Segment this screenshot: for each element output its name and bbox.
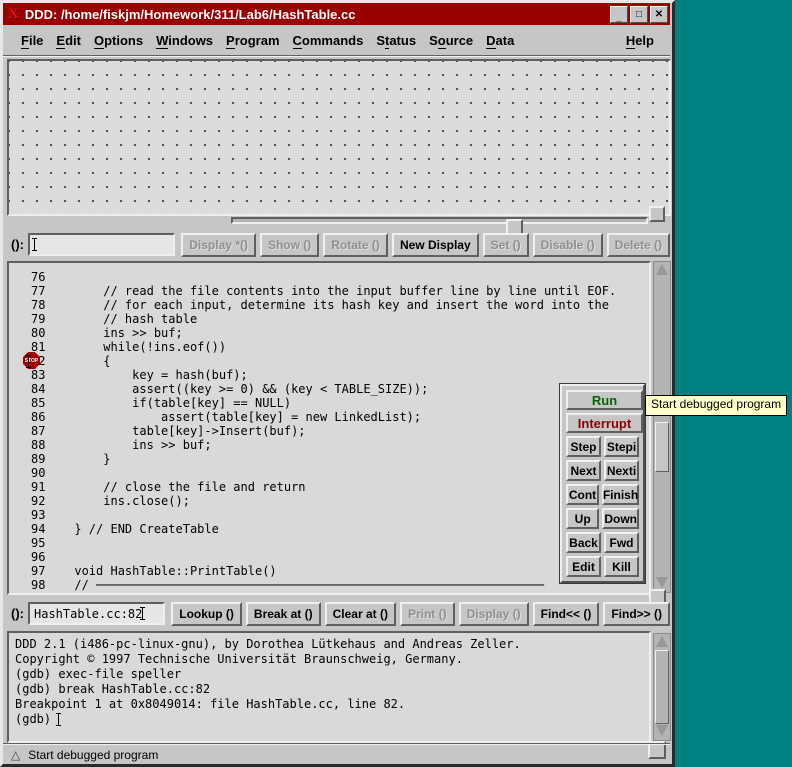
disable-button: Disable () bbox=[533, 233, 603, 257]
canvas-scroll-corner bbox=[649, 206, 665, 222]
find-backward-button[interactable]: Find<< () bbox=[533, 602, 600, 626]
interrupt-button[interactable]: Interrupt bbox=[566, 413, 643, 433]
data-display-canvas[interactable] bbox=[7, 59, 671, 216]
scroll-up-icon[interactable] bbox=[656, 264, 668, 275]
console-scrollbar-thumb[interactable] bbox=[655, 650, 669, 724]
set-button: Set () bbox=[483, 233, 529, 257]
display-toolbar: (): Display *() Show () Rotate () New Di… bbox=[3, 231, 670, 258]
close-icon: ✕ bbox=[655, 9, 663, 20]
desktop: { "desktop": { "background": "#008080" }… bbox=[0, 0, 792, 767]
delete-button: Delete () bbox=[607, 233, 670, 257]
menu-commands[interactable]: Commands bbox=[293, 33, 364, 48]
menu-divider bbox=[3, 55, 670, 57]
rotate-button: Rotate () bbox=[323, 233, 388, 257]
display-value-button: Display () bbox=[459, 602, 529, 626]
status-led-icon[interactable]: △ bbox=[11, 748, 20, 762]
canvas-horizontal-scrollbar[interactable] bbox=[231, 217, 648, 224]
source-code-view[interactable]: 76 77 // read the file contents into the… bbox=[7, 261, 651, 595]
next-button[interactable]: Next bbox=[566, 460, 601, 481]
tooltip: Start debugged program bbox=[645, 395, 787, 416]
menu-status[interactable]: Status bbox=[376, 33, 416, 48]
window-title: DDD: /home/fiskjm/Homework/311/Lab6/Hash… bbox=[25, 7, 356, 22]
text-cursor bbox=[142, 607, 143, 620]
fwd-button[interactable]: Fwd bbox=[604, 532, 639, 553]
show-button: Show () bbox=[260, 233, 319, 257]
kill-button[interactable]: Kill bbox=[604, 556, 639, 577]
argument-input[interactable]: HashTable.cc:82 bbox=[28, 602, 165, 625]
display-expression-input[interactable] bbox=[28, 233, 175, 256]
up-button[interactable]: Up bbox=[566, 508, 599, 529]
menu-windows[interactable]: Windows bbox=[156, 33, 213, 48]
lookup-button[interactable]: Lookup () bbox=[171, 602, 242, 626]
status-bar: △ Start debugged program bbox=[3, 745, 670, 764]
minimize-icon: _ bbox=[616, 12, 622, 23]
command-tool-panel: Run Interrupt Step Stepi Next Nexti Cont… bbox=[560, 384, 645, 583]
menu-edit[interactable]: Edit bbox=[56, 33, 81, 48]
title-bar[interactable]: X DDD: /home/fiskjm/Homework/311/Lab6/Ha… bbox=[3, 3, 670, 25]
source-scrollbar-thumb[interactable] bbox=[655, 422, 669, 472]
console-text-cursor bbox=[58, 713, 59, 726]
text-cursor bbox=[34, 238, 35, 251]
status-message: Start debugged program bbox=[28, 748, 158, 762]
argument-prompt-label: (): bbox=[11, 606, 24, 621]
console-scrollbar[interactable] bbox=[653, 633, 671, 741]
edit-button[interactable]: Edit bbox=[566, 556, 601, 577]
back-button[interactable]: Back bbox=[566, 532, 601, 553]
menu-file[interactable]: File bbox=[21, 33, 43, 48]
clear-at-button[interactable]: Clear at () bbox=[325, 602, 396, 626]
print-button: Print () bbox=[400, 602, 455, 626]
gdb-console[interactable]: DDD 2.1 (i486-pc-linux-gnu), by Dorothea… bbox=[7, 631, 651, 743]
menu-program[interactable]: Program bbox=[226, 33, 279, 48]
menu-bar: File Edit Options Windows Program Comman… bbox=[3, 27, 670, 54]
menu-source[interactable]: Source bbox=[429, 33, 473, 48]
find-forward-button[interactable]: Find>> () bbox=[603, 602, 670, 626]
finish-button[interactable]: Finish bbox=[602, 484, 639, 505]
source-scrollbar[interactable] bbox=[653, 261, 671, 593]
ddd-main-window: X DDD: /home/fiskjm/Homework/311/Lab6/Ha… bbox=[0, 0, 675, 767]
source-toolbar: (): HashTable.cc:82 Lookup () Break at (… bbox=[3, 600, 670, 627]
stepi-button[interactable]: Stepi bbox=[604, 436, 639, 457]
break-at-button[interactable]: Break at () bbox=[246, 602, 321, 626]
scroll-down-icon[interactable] bbox=[656, 577, 668, 588]
menu-help[interactable]: Help bbox=[626, 33, 654, 48]
close-button[interactable]: ✕ bbox=[650, 6, 668, 23]
x-window-logo-icon: X bbox=[8, 6, 19, 23]
display-button: Display *() bbox=[181, 233, 256, 257]
new-display-button[interactable]: New Display bbox=[392, 233, 479, 257]
maximize-button[interactable]: □ bbox=[630, 6, 648, 23]
cont-button[interactable]: Cont bbox=[566, 484, 599, 505]
source-code-text: 76 77 // read the file contents into the… bbox=[31, 270, 616, 592]
menu-data[interactable]: Data bbox=[486, 33, 514, 48]
window-controls: _ □ ✕ bbox=[608, 6, 668, 23]
step-button[interactable]: Step bbox=[566, 436, 601, 457]
run-button[interactable]: Run bbox=[566, 390, 643, 410]
gdb-console-text: DDD 2.1 (i486-pc-linux-gnu), by Dorothea… bbox=[15, 637, 521, 727]
display-prompt-label: (): bbox=[11, 237, 24, 252]
down-button[interactable]: Down bbox=[602, 508, 639, 529]
maximize-icon: □ bbox=[636, 9, 642, 20]
scroll-down-icon[interactable] bbox=[656, 725, 668, 736]
source-text-cursor bbox=[28, 355, 29, 368]
menu-options[interactable]: Options bbox=[94, 33, 143, 48]
scroll-up-icon[interactable] bbox=[656, 636, 668, 647]
minimize-button[interactable]: _ bbox=[610, 6, 628, 23]
nexti-button[interactable]: Nexti bbox=[604, 460, 639, 481]
